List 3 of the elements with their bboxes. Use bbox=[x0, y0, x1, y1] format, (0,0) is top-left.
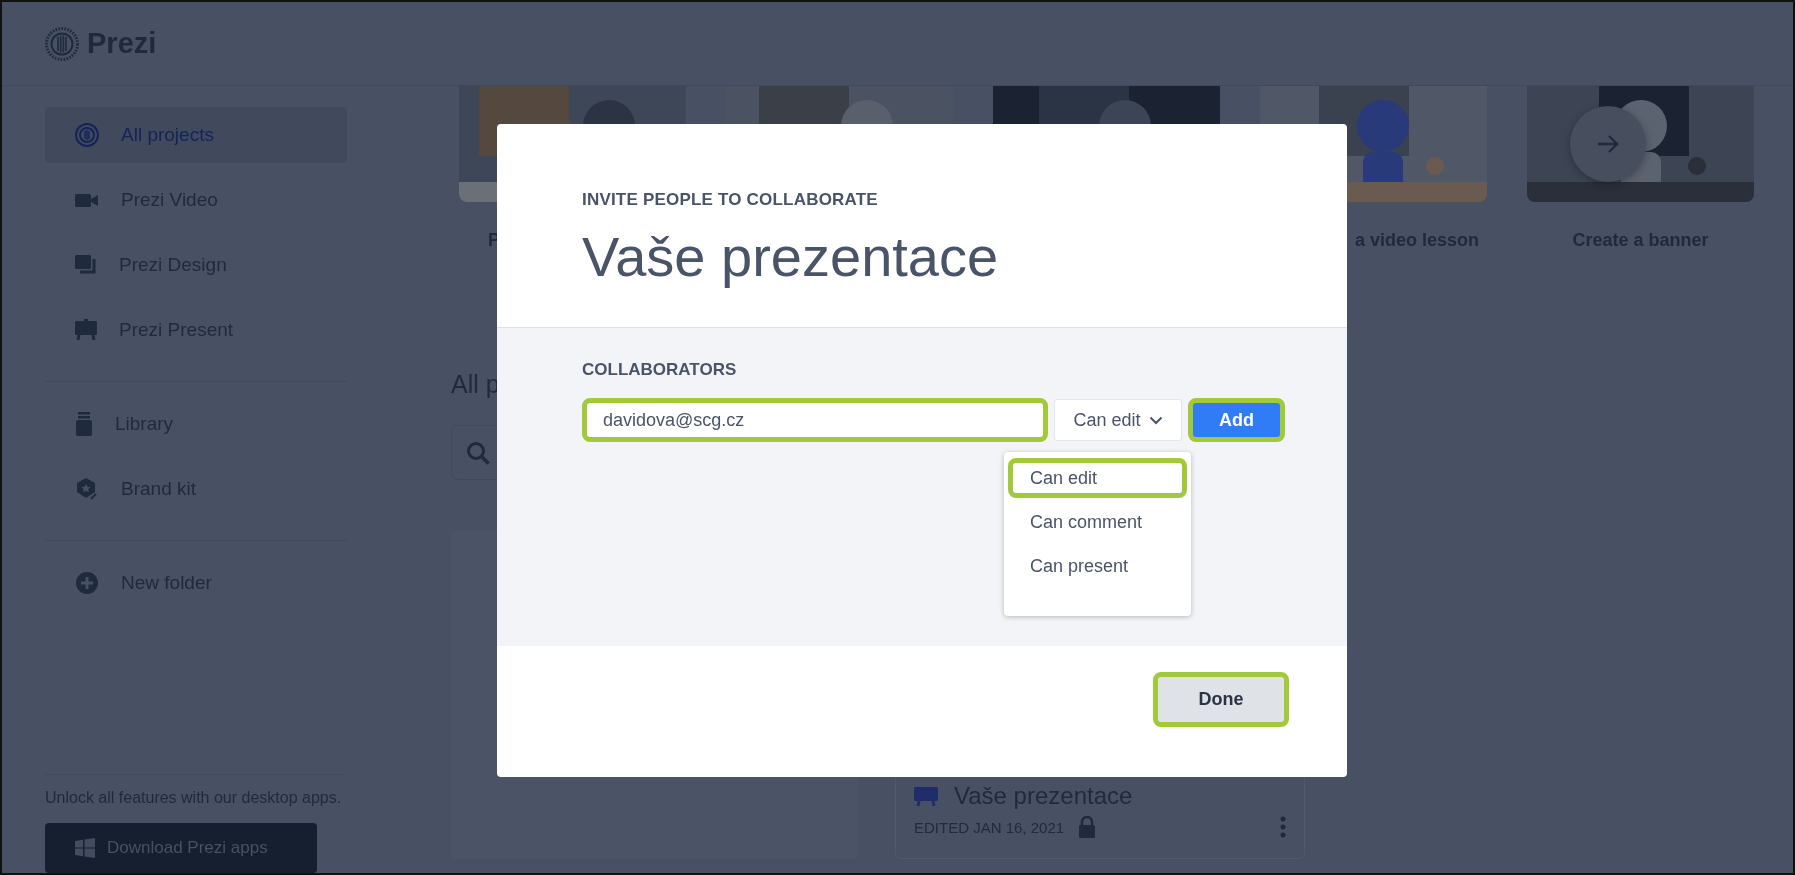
section-label: COLLABORATORS bbox=[582, 360, 738, 380]
dialog-eyebrow: INVITE PEOPLE TO COLLABORATE bbox=[582, 190, 879, 210]
dialog-title: Vaše prezentace bbox=[582, 224, 1000, 289]
